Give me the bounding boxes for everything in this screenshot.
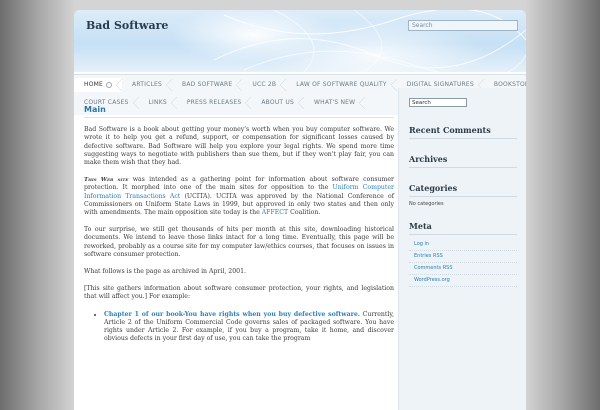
meta-link-wordpress-org[interactable]: WordPress.org: [409, 275, 517, 287]
header-search-input[interactable]: Search: [408, 20, 518, 31]
meta-section: Meta Log in Entries RSS Comments RSS Wor…: [409, 221, 517, 287]
affect-link[interactable]: AFFECT: [262, 209, 288, 216]
sidebar-search-input[interactable]: Search: [409, 98, 467, 107]
meta-link-comments-rss[interactable]: Comments RSS: [409, 263, 517, 275]
site-header: Bad Software Search: [74, 10, 526, 72]
nav-articles[interactable]: Articles: [122, 78, 173, 92]
surprise-paragraph: To our surprise, we still get thousands …: [84, 226, 394, 258]
nav-ucc-2b[interactable]: UCC 2B: [242, 78, 287, 92]
examples-list: Chapter 1 of our book-You have rights wh…: [84, 311, 394, 344]
home-circle-icon: [106, 81, 113, 88]
archives-heading: Archives: [409, 154, 517, 168]
page: Bad Software Search Home Articles Bad So…: [74, 10, 526, 410]
nav-law-of-software-quality[interactable]: Law of Software Quality: [286, 78, 397, 92]
meta-link-log-in[interactable]: Log in: [409, 239, 517, 251]
page-title: Main: [84, 105, 394, 119]
categories-section: Categories No categories: [409, 183, 517, 207]
nav-bad-software[interactable]: Bad Software: [172, 78, 243, 92]
archive-note-paragraph: What follows is the page as archived in …: [84, 268, 246, 276]
no-categories-text: No categories: [409, 201, 444, 207]
nav-home-label: Home: [84, 81, 104, 88]
nav-home[interactable]: Home: [74, 78, 123, 92]
meta-link-entries-rss[interactable]: Entries RSS: [409, 251, 517, 263]
meta-heading: Meta: [409, 221, 517, 235]
archives-section: Archives: [409, 154, 517, 168]
categories-heading: Categories: [409, 183, 517, 197]
recent-comments-heading: Recent Comments: [409, 125, 517, 139]
list-item: Chapter 1 of our book-You have rights wh…: [104, 311, 394, 344]
history-text-c: Coalition.: [288, 209, 321, 217]
recent-comments-section: Recent Comments: [409, 125, 517, 139]
chapter-1-link[interactable]: Chapter 1 of our book-You have rights wh…: [104, 311, 360, 318]
sidebar: Search Recent Comments Archives Categori…: [398, 88, 526, 410]
intro-paragraph: Bad Software is a book about getting you…: [84, 126, 394, 167]
this-web-site-text: This Web site: [84, 177, 129, 184]
site-purpose-paragraph: [This site gathers information about sof…: [84, 285, 394, 301]
main-content: Main Bad Software is a book about gettin…: [84, 105, 394, 344]
meta-links-list: Log in Entries RSS Comments RSS WordPres…: [409, 239, 517, 287]
site-title[interactable]: Bad Software: [86, 19, 168, 32]
history-paragraph: This Web site was intended as a gatherin…: [84, 176, 394, 217]
